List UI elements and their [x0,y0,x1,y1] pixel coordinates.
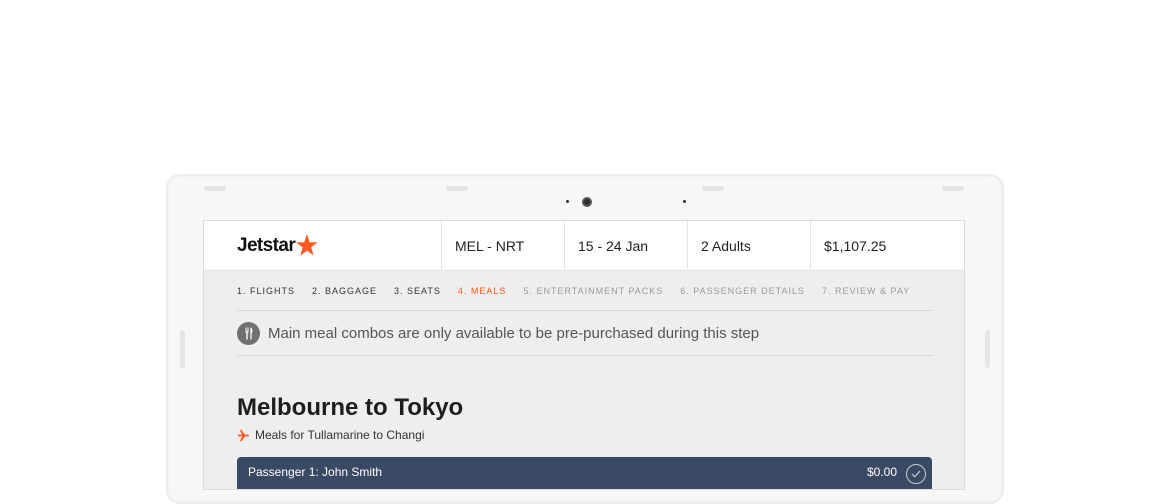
meal-notice: Main meal combos are only available to b… [237,311,932,356]
booking-steps: 1. FLIGHTS 2. BAGGAGE 3. SEATS 4. MEALS … [237,271,932,311]
notice-text: Main meal combos are only available to b… [268,324,760,342]
jetstar-logo[interactable]: Jetstar [204,221,442,270]
side-button [180,330,185,368]
frame-detail [702,186,724,191]
plane-icon [237,429,249,441]
step-seats[interactable]: 3. SEATS [394,286,441,296]
passenger-meal-price: $0.00 [866,465,897,479]
camera-icon [582,197,592,207]
sensor-dot [683,200,686,203]
passenger-meal-row[interactable]: Passenger 1: John Smith $0.00 [237,457,932,489]
step-passenger-details: 6. PASSENGER DETAILS [680,285,805,296]
cutlery-icon [237,321,260,345]
step-flights[interactable]: 1. FLIGHTS [237,286,295,296]
frame-detail [204,186,226,191]
total-price[interactable]: $1,107.25 [811,221,964,270]
booking-screen: Jetstar MEL - NRT 15 - 24 Jan 2 Adults $… [203,220,965,490]
step-review-pay: 7. REVIEW & PAY [822,285,911,296]
flight-section-title: Melbourne to Tokyo [237,394,464,421]
check-circle-icon[interactable] [906,464,926,484]
flight-segment-label: Meals for Tullamarine to Changi [255,428,425,442]
route-summary[interactable]: MEL - NRT [442,221,565,270]
dates-summary[interactable]: 15 - 24 Jan [565,221,688,270]
frame-detail [942,186,964,191]
step-entertainment-packs: 5. ENTERTAINMENT PACKS [523,285,664,296]
side-button [985,330,990,368]
step-meals[interactable]: 4. MEALS [458,286,507,296]
sensor-dot [566,200,569,203]
star-logo-icon [296,233,318,256]
step-baggage[interactable]: 2. BAGGAGE [312,286,377,296]
frame-detail [446,186,468,191]
passengers-summary[interactable]: 2 Adults [688,221,811,270]
booking-summary-bar: Jetstar MEL - NRT 15 - 24 Jan 2 Adults $… [204,221,964,271]
logo-text: Jetstar [237,234,296,256]
passenger-name: Passenger 1: John Smith [248,465,383,479]
flight-section-subtitle: Meals for Tullamarine to Changi [237,428,932,442]
